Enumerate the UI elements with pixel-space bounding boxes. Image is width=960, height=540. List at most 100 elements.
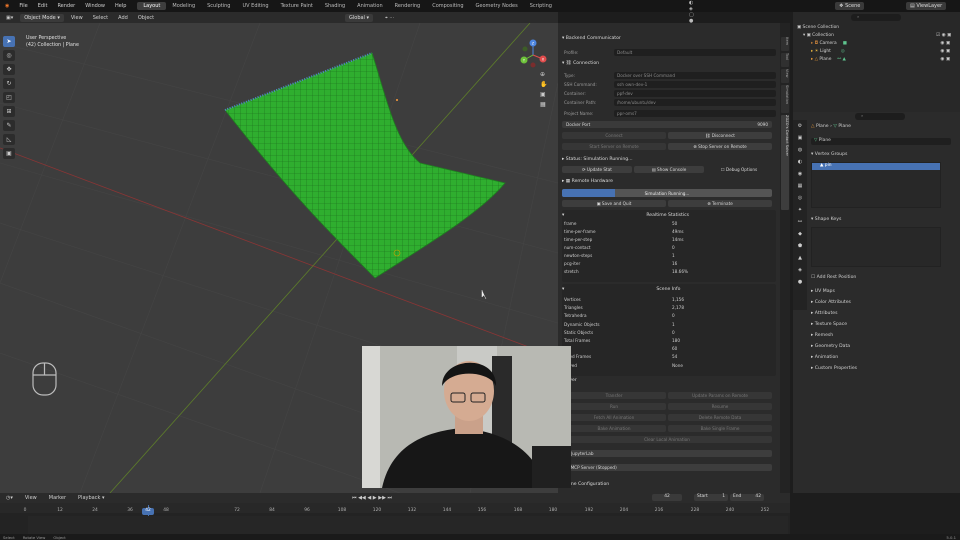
outliner-collection[interactable]: ▾ ▣ Collection	[793, 32, 960, 39]
stop-server-button[interactable]: ⊗ Stop Server on Remote	[668, 143, 772, 150]
clear-local-animation-button[interactable]: Clear Local Animation	[562, 436, 772, 443]
debug-options-toggle[interactable]: ☐ Debug Options	[706, 166, 772, 173]
view-layer-selector[interactable]: ▤ ViewLayer	[906, 2, 947, 10]
workspace-tab-scripting[interactable]: Scripting	[524, 2, 558, 10]
menu-view[interactable]: View	[68, 15, 86, 21]
timeline-menu-view[interactable]: View	[22, 495, 40, 501]
menu-object[interactable]: Object	[135, 15, 157, 21]
terminate-button[interactable]: ⊗ Terminate	[668, 200, 772, 207]
pan-hand-icon[interactable]: ✋	[540, 81, 547, 88]
tab-contact-solver[interactable]: ZOZO's Contact Solver	[781, 115, 789, 210]
properties-section-uv-maps[interactable]: ▸ UV Maps	[811, 289, 835, 294]
bake-animation-button[interactable]: Bake Animation	[562, 425, 666, 432]
properties-section-color-attributes[interactable]: ▸ Color Attributes	[811, 300, 851, 305]
jupyterlab-button[interactable]: ◎ JupyterLab	[562, 450, 772, 457]
object-name-field[interactable]: ▽ Plane	[811, 138, 951, 145]
add-cube-tool-icon[interactable]: ▣	[3, 148, 15, 159]
blender-logo-icon[interactable]: ◉	[0, 3, 14, 9]
workspace-tab-shading[interactable]: Shading	[319, 2, 351, 10]
properties-tab-icons[interactable]: ⚙ ▣ ◍ ◐ ◉ ▦ ◎ ✦ ⚯ ◆ ⬟ ▲ ◈ ●	[793, 120, 807, 288]
scale-tool-icon[interactable]: ◰	[3, 92, 15, 103]
tab-view[interactable]: View	[781, 69, 789, 83]
update-stat-button[interactable]: ⟳ Update Stat	[562, 166, 632, 173]
rotate-tool-icon[interactable]: ↻	[3, 78, 15, 89]
zoom-icon[interactable]: ⊕	[540, 71, 547, 78]
timeline-ruler[interactable]	[0, 503, 790, 513]
scene-selector[interactable]: ❖ Scene	[835, 2, 865, 10]
panel-title[interactable]: ▾ Backend Communicator	[562, 34, 776, 43]
field-container[interactable]: Container: ppf-dev	[562, 89, 776, 97]
snap-icon[interactable]: ⌖ ⋯	[382, 15, 397, 21]
menu-add[interactable]: Add	[115, 15, 131, 21]
workspace-tab-modeling[interactable]: Modeling	[166, 2, 201, 10]
outliner-scene-collection[interactable]: ▣ Scene Collection	[793, 24, 960, 31]
transfer-button[interactable]: Transfer	[562, 392, 666, 399]
vertex-group-item[interactable]: ▲ pin	[812, 163, 940, 170]
workspace-tab-texture-paint[interactable]: Texture Paint	[275, 2, 319, 10]
vertex-group-list[interactable]: ▲ pin	[811, 162, 941, 208]
end-frame-field[interactable]: End 42	[730, 494, 764, 501]
shape-key-list[interactable]	[811, 227, 941, 267]
properties-search[interactable]: ⌕	[855, 113, 905, 120]
annotate-tool-icon[interactable]: ✎	[3, 120, 15, 131]
tab-tool[interactable]: Tool	[781, 53, 789, 67]
playhead-frame-badge[interactable]: 42	[142, 508, 154, 515]
mcp-server-button[interactable]: ▶ MCP Server (Stopped)	[562, 464, 772, 471]
select-box-tool-icon[interactable]: ➤	[3, 36, 15, 47]
transform-tool-icon[interactable]: ⊞	[3, 106, 15, 117]
scene-configuration-section[interactable]: ene Configuration	[568, 480, 780, 489]
field-project-name[interactable]: Project Name: ppr-oms7	[562, 109, 776, 117]
editor-type-icon[interactable]: ▣▾	[3, 15, 16, 21]
menu-window[interactable]: Window	[80, 3, 110, 9]
timeline-menu-playback[interactable]: Playback ▾	[75, 495, 107, 501]
save-and-quit-button[interactable]: ▣ Save and Quit	[562, 200, 666, 207]
remote-hardware-section[interactable]: ▸ ▦ Remote Hardware	[562, 177, 776, 186]
workspace-tab-sculpting[interactable]: Sculpting	[201, 2, 236, 10]
cursor-tool-icon[interactable]: ◎	[3, 50, 15, 61]
menu-render[interactable]: Render	[52, 3, 80, 9]
properties-section-attributes[interactable]: ▸ Attributes	[811, 311, 837, 316]
properties-section-remesh[interactable]: ▸ Remesh	[811, 333, 833, 338]
delete-remote-data-button[interactable]: Delete Remote Data	[668, 414, 772, 421]
menu-help[interactable]: Help	[110, 3, 131, 9]
start-frame-field[interactable]: Start 1	[694, 494, 728, 501]
workspace-tab-layout[interactable]: Layout	[137, 2, 167, 10]
outliner-plane[interactable]: ▸ △ Plane ⚯ ▲	[793, 56, 960, 63]
profile-row[interactable]: Profile: Default	[562, 48, 776, 56]
field-ssh-command[interactable]: SSH Command: ssh own-dev-1	[562, 80, 776, 88]
camera-view-icon[interactable]: ▣	[540, 91, 547, 98]
connect-button[interactable]: Connect	[562, 132, 666, 139]
workspace-tab-geometry-nodes[interactable]: Geometry Nodes	[470, 2, 524, 10]
outliner-light[interactable]: ▸ ☀ Light ◎	[793, 48, 960, 55]
fetch-animation-button[interactable]: Fetch All Animation	[562, 414, 666, 421]
vertex-groups-header[interactable]: ▾ Vertex Groups	[811, 152, 847, 157]
disconnect-button[interactable]: ⛓ Disconnect	[668, 132, 772, 139]
field-type[interactable]: Type: Docker over SSH Command	[562, 71, 776, 79]
show-console-button[interactable]: ▤ Show Console	[634, 166, 704, 173]
bake-single-frame-button[interactable]: Bake Single Frame	[668, 425, 772, 432]
tab-simulation[interactable]: Simulation	[781, 85, 789, 113]
workspace-tab-animation[interactable]: Animation	[351, 2, 389, 10]
visibility-toggles[interactable]: ☑ ◉ ▣ ◉ ▣ ◉ ▣ ◉ ▣	[936, 32, 951, 64]
docker-port-field[interactable]: Docker Port 9090	[562, 121, 772, 128]
transform-orientation[interactable]: Global ▾	[345, 13, 374, 22]
field-container-path[interactable]: Container Path:/home/ubuntu/dev	[562, 98, 776, 106]
update-params-button[interactable]: Update Params on Remote	[668, 392, 772, 399]
start-server-button[interactable]: Start Server on Remote	[562, 143, 666, 150]
current-frame-field[interactable]: 42	[652, 494, 682, 501]
ortho-grid-icon[interactable]: ▦	[540, 101, 547, 108]
properties-section-geometry-data[interactable]: ▸ Geometry Data	[811, 344, 850, 349]
properties-section-custom-properties[interactable]: ▸ Custom Properties	[811, 366, 857, 371]
cloth-plane[interactable]	[224, 52, 506, 279]
workspace-tab-uv-editing[interactable]: UV Editing	[236, 2, 274, 10]
menu-edit[interactable]: Edit	[33, 3, 53, 9]
resume-button[interactable]: Resume	[668, 403, 772, 410]
timeline-menu-marker[interactable]: Marker	[46, 495, 69, 501]
add-rest-position-toggle[interactable]: ☐ Add Rest Position	[811, 275, 856, 280]
workspace-tab-compositing[interactable]: Compositing	[426, 2, 469, 10]
timeline-editor-icon[interactable]: ◷▾	[3, 495, 16, 501]
run-button[interactable]: Run	[562, 403, 666, 410]
outliner-camera[interactable]: ▸ ◘ Camera ■	[793, 40, 960, 47]
tab-item[interactable]: Item	[781, 37, 789, 51]
scene-info-header[interactable]: ▾ Scene Info	[562, 285, 776, 294]
